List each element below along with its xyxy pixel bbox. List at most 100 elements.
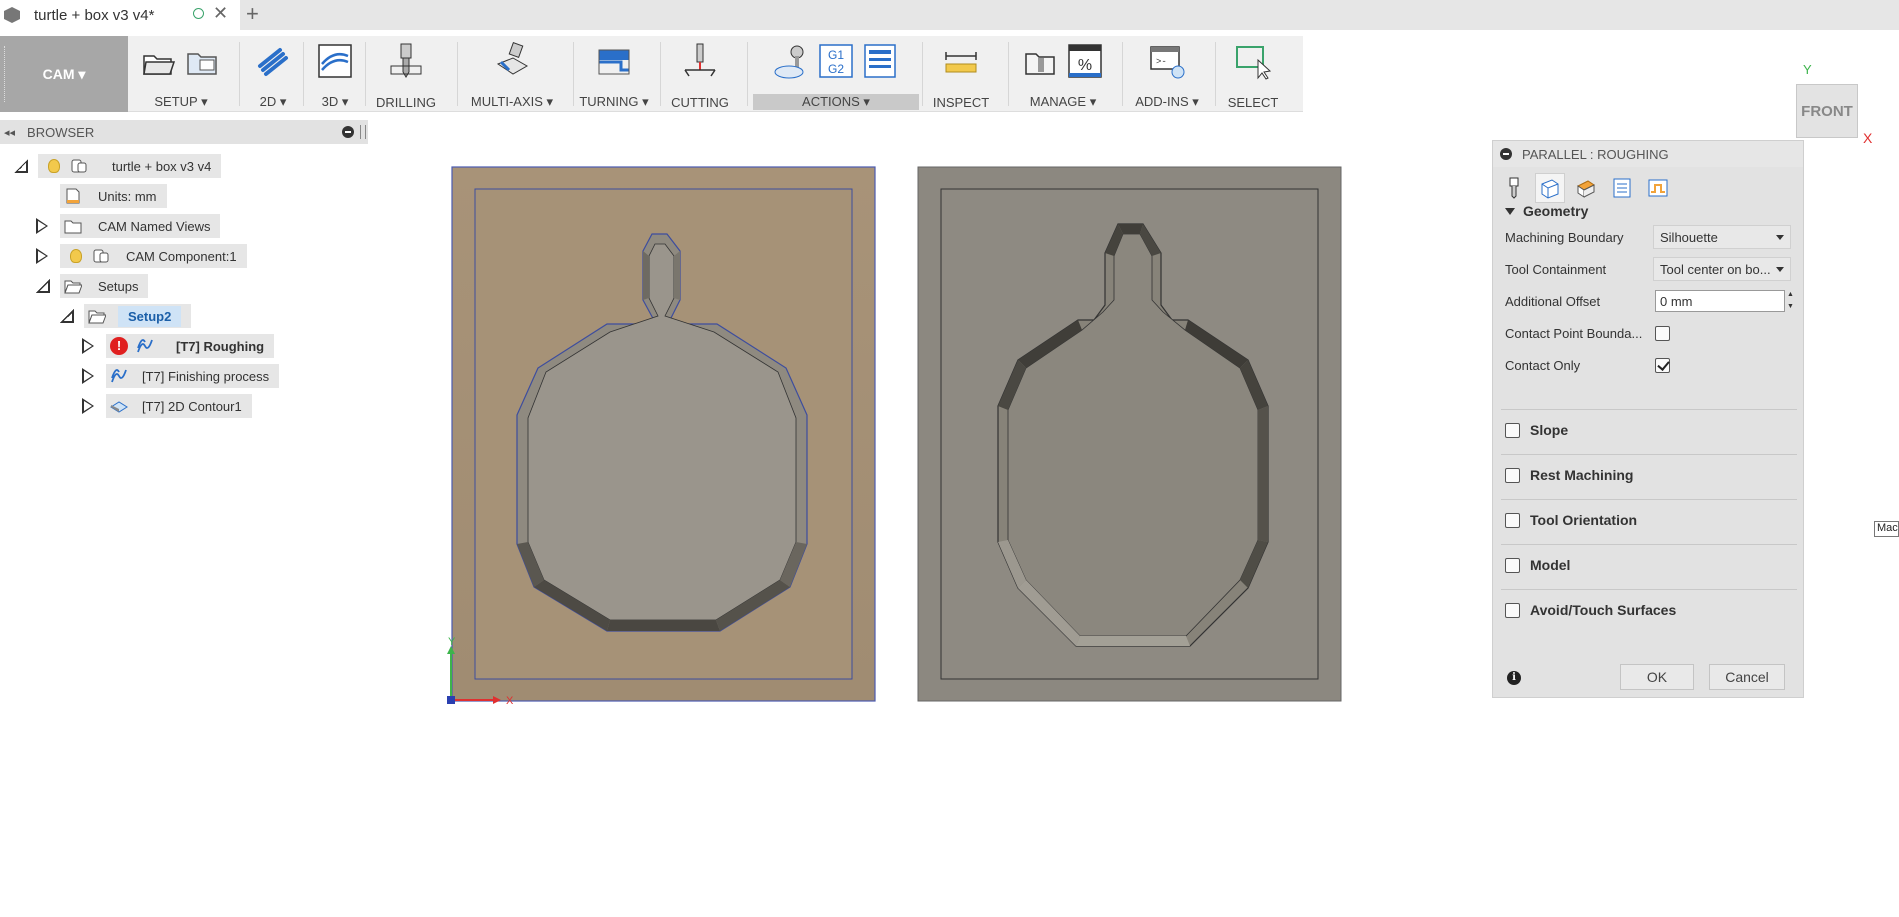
setup-sheet-doc-icon[interactable] (861, 42, 899, 80)
multi-axis-label[interactable]: MULTI-AXIS ▾ (462, 94, 562, 110)
collapsed-arrow-icon[interactable] (82, 368, 94, 384)
setup-sheet-icon[interactable] (184, 42, 222, 80)
post-process-icon[interactable]: G1G2 (817, 42, 855, 80)
pin-browser-icon[interactable] (360, 125, 366, 139)
stock-body-left[interactable] (451, 166, 876, 702)
turning-icon[interactable] (595, 42, 633, 80)
section-model[interactable]: Model (1505, 553, 1570, 577)
cutting-icon[interactable] (681, 42, 719, 80)
collapsed-arrow-icon[interactable] (36, 248, 48, 264)
manage-label[interactable]: MANAGE ▾ (1013, 94, 1113, 110)
actions-label[interactable]: ACTIONS ▾ (753, 94, 919, 110)
drilling-label[interactable]: DRILLING (370, 95, 442, 110)
minimize-dialog-icon[interactable] (1500, 148, 1512, 160)
tab-tool[interactable] (1499, 173, 1529, 203)
workspace-switcher[interactable]: CAM ▾ (0, 36, 128, 112)
add-ins-group[interactable]: >- ADD-INS ▾ (1127, 36, 1207, 112)
inspect-label[interactable]: INSPECT (926, 95, 996, 110)
model-viewport[interactable]: Y X (440, 160, 1350, 720)
setup-group-label[interactable]: SETUP ▾ (131, 94, 231, 110)
machining-boundary-label: Machining Boundary (1505, 229, 1624, 245)
tree-roughing[interactable]: ! [T7] Roughing (82, 334, 275, 358)
setup-group[interactable]: SETUP ▾ (131, 36, 231, 112)
tree-finishing[interactable]: [T7] Finishing process (82, 364, 280, 388)
additional-offset-input[interactable]: 0 mm (1655, 290, 1785, 312)
simulate-icon[interactable] (773, 42, 811, 80)
tree-named-views[interactable]: CAM Named Views (36, 214, 221, 238)
actions-group[interactable]: G1 G2 ACTIONS ▾ (753, 36, 919, 112)
part-body-right[interactable] (917, 166, 1342, 702)
collapsed-arrow-icon[interactable] (82, 398, 94, 414)
rest-machining-checkbox[interactable] (1505, 467, 1520, 483)
select-group[interactable]: SELECT (1220, 36, 1286, 112)
3d-adaptive-icon[interactable] (316, 42, 354, 80)
multi-axis-group[interactable]: MULTI-AXIS ▾ (462, 36, 562, 112)
tree-setups[interactable]: Setups (36, 274, 149, 298)
tool-library-icon[interactable] (1022, 42, 1060, 80)
new-setup-icon[interactable] (140, 42, 178, 80)
cutting-group[interactable]: CUTTING (664, 36, 736, 112)
document-tab[interactable]: turtle + box v3 v4* ✕ (0, 0, 240, 30)
dialog-titlebar[interactable]: PARALLEL : ROUGHING (1493, 141, 1803, 167)
visibility-bulb-icon[interactable] (70, 249, 82, 263)
tree-root[interactable]: turtle + box v3 v4 (14, 154, 222, 178)
2d-pocket-icon[interactable] (254, 42, 292, 80)
templates-icon[interactable]: % (1066, 42, 1104, 80)
avoid-touch-checkbox[interactable] (1505, 602, 1520, 618)
slope-checkbox[interactable] (1505, 422, 1520, 438)
machining-boundary-select[interactable]: Silhouette (1653, 225, 1791, 249)
tree-setup2[interactable]: Setup2 (60, 304, 192, 328)
select-icon[interactable] (1234, 42, 1272, 80)
new-tab-button[interactable]: + (246, 1, 259, 27)
section-rest-machining[interactable]: Rest Machining (1505, 463, 1633, 487)
collapse-browser-icon[interactable]: ◂◂ (4, 126, 15, 139)
minimize-browser-icon[interactable] (342, 126, 354, 138)
contact-only-checkbox[interactable] (1655, 357, 1670, 373)
tree-units[interactable]: Units: mm (60, 184, 167, 208)
contact-point-boundary-checkbox[interactable] (1655, 325, 1670, 341)
view-cube[interactable]: Y FRONT X (1793, 62, 1873, 152)
model-checkbox[interactable] (1505, 557, 1520, 573)
drill-icon[interactable] (387, 42, 425, 80)
add-ins-label[interactable]: ADD-INS ▾ (1127, 94, 1207, 110)
viewcube-front-face[interactable]: FRONT (1796, 84, 1858, 138)
cutting-label[interactable]: CUTTING (664, 95, 736, 110)
tree-cam-component[interactable]: CAM Component:1 (36, 244, 247, 268)
geometry-section-header[interactable]: Geometry (1505, 203, 1588, 219)
ok-button[interactable]: OK (1620, 664, 1694, 690)
collapsed-arrow-icon[interactable] (36, 218, 48, 234)
inspect-group[interactable]: INSPECT (926, 36, 996, 112)
close-tab-icon[interactable]: ✕ (213, 3, 228, 24)
section-avoid-touch[interactable]: Avoid/Touch Surfaces (1505, 598, 1676, 622)
3d-group-label[interactable]: 3D ▾ (307, 94, 363, 110)
manage-group[interactable]: % MANAGE ▾ (1013, 36, 1113, 112)
section-tool-orientation[interactable]: Tool Orientation (1505, 508, 1637, 532)
expanded-arrow-icon[interactable] (36, 279, 50, 293)
multi-axis-icon[interactable] (493, 42, 531, 80)
tool-containment-select[interactable]: Tool center on bo... (1653, 257, 1791, 281)
expanded-arrow-icon[interactable] (14, 159, 28, 173)
tool-orientation-checkbox[interactable] (1505, 512, 1520, 528)
cancel-button[interactable]: Cancel (1709, 664, 1785, 690)
turning-label[interactable]: TURNING ▾ (578, 94, 650, 110)
turning-group[interactable]: TURNING ▾ (578, 36, 650, 112)
offset-spinner[interactable]: ▲ ▼ (1787, 290, 1795, 312)
tab-linking[interactable] (1643, 173, 1673, 203)
2d-group[interactable]: 2D ▾ (244, 36, 302, 112)
2d-group-label[interactable]: 2D ▾ (244, 94, 302, 110)
tree-2d-contour[interactable]: [T7] 2D Contour1 (82, 394, 252, 418)
3d-group[interactable]: 3D ▾ (307, 36, 363, 112)
tab-heights[interactable] (1571, 173, 1601, 203)
select-label[interactable]: SELECT (1220, 95, 1286, 110)
tool-containment-label: Tool Containment (1505, 261, 1607, 277)
drilling-group[interactable]: DRILLING (370, 36, 442, 112)
section-slope[interactable]: Slope (1505, 418, 1568, 442)
tab-passes[interactable] (1607, 173, 1637, 203)
expanded-arrow-icon[interactable] (60, 309, 74, 323)
tab-geometry[interactable] (1535, 173, 1565, 203)
measure-icon[interactable] (942, 42, 980, 80)
collapsed-arrow-icon[interactable] (82, 338, 94, 354)
info-icon[interactable]: i (1507, 671, 1521, 685)
scripts-addins-icon[interactable]: >- (1148, 42, 1186, 80)
visibility-bulb-icon[interactable] (48, 159, 60, 173)
